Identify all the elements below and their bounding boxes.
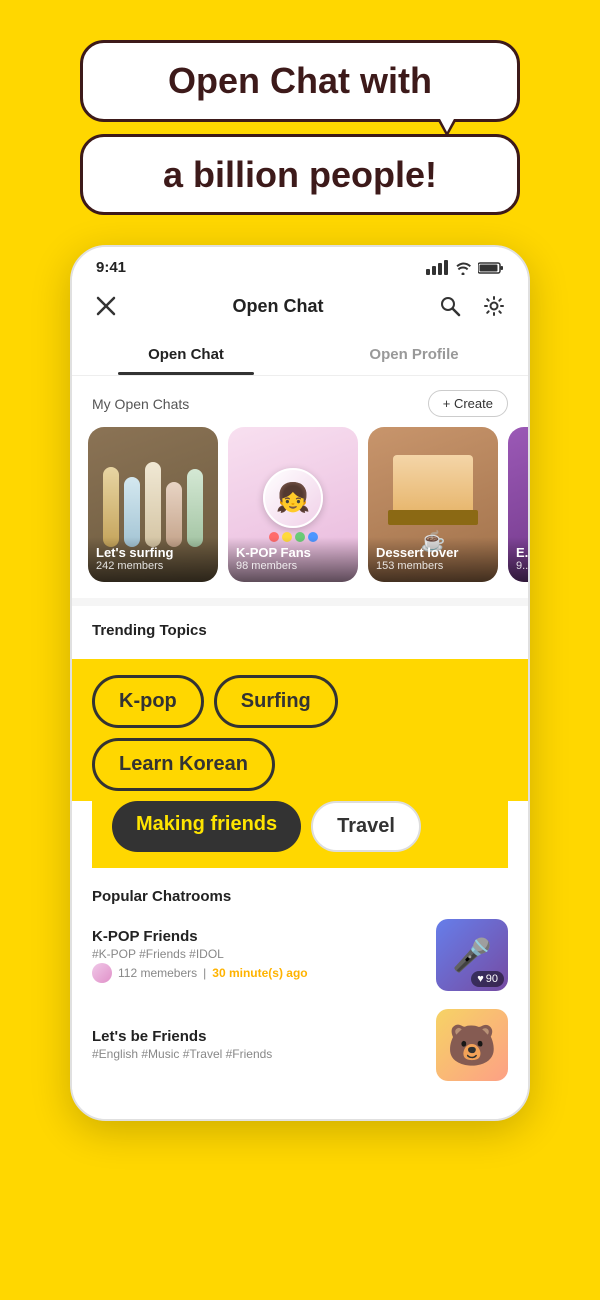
popular-item-friends[interactable]: Let's be Friends #English #Music #Travel…	[92, 1009, 508, 1081]
status-time: 9:41	[96, 259, 126, 276]
member-count: 112 memebers	[118, 966, 197, 980]
chat-card-dessert[interactable]: ☕ Dessert lover 153 members	[368, 427, 498, 582]
tag-surfing[interactable]: Surfing	[214, 675, 338, 728]
tags-row2: Making friends Travel	[72, 801, 528, 868]
signal-icon	[426, 260, 448, 275]
chat-card-kpop[interactable]: 👧 K-POP Fans 98 members	[228, 427, 358, 582]
tag-learn-korean[interactable]: Learn Korean	[92, 738, 275, 791]
app-header: Open Chat	[72, 282, 528, 334]
popular-item-kpop[interactable]: K-POP Friends #K-POP #Friends #IDOL 112 …	[92, 919, 508, 991]
phone-wrapper: 9:41	[0, 245, 600, 1121]
card-members: 9...	[516, 560, 528, 572]
popular-title: Popular Chatrooms	[92, 888, 508, 905]
battery-icon	[478, 261, 504, 275]
chat-item-name: Let's be Friends	[92, 1028, 424, 1045]
tag-kpop[interactable]: K-pop	[92, 675, 204, 728]
hero-section: Open Chat with a billion people!	[0, 0, 600, 235]
card-overlay: E... 9...	[508, 537, 528, 582]
tab-bar: Open Chat Open Profile	[72, 334, 528, 376]
status-icons	[426, 260, 504, 275]
create-button[interactable]: + Create	[428, 390, 508, 417]
hero-line2: a billion people!	[123, 155, 477, 195]
heart-badge: ♥ 90	[471, 971, 504, 987]
header-actions	[436, 292, 508, 320]
tag-travel[interactable]: Travel	[311, 801, 421, 852]
chat-card-surfing[interactable]: Let's surfing 242 members	[88, 427, 218, 582]
card-overlay: Dessert lover 153 members	[368, 537, 498, 582]
card-members: 98 members	[236, 560, 350, 572]
card-title: E...	[516, 545, 528, 560]
speech-bubble-2: a billion people!	[80, 134, 520, 216]
header-title: Open Chat	[232, 296, 323, 317]
time-ago: 30 minute(s) ago	[212, 966, 307, 980]
chat-item-name: K-POP Friends	[92, 928, 424, 945]
card-overlay: Let's surfing 242 members	[88, 537, 218, 582]
settings-button[interactable]	[480, 292, 508, 320]
status-bar: 9:41	[72, 247, 528, 282]
trending-section: Trending Topics	[72, 598, 528, 659]
close-button[interactable]	[92, 292, 120, 320]
card-title: Let's surfing	[96, 545, 210, 560]
section-label: My Open Chats	[92, 396, 189, 412]
tag-making-friends[interactable]: Making friends	[112, 801, 301, 852]
phone-mockup: 9:41	[70, 245, 530, 1121]
chat-item-meta: 112 memebers | 30 minute(s) ago	[92, 963, 424, 983]
search-button[interactable]	[436, 292, 464, 320]
card-overlay: K-POP Fans 98 members	[228, 537, 358, 582]
my-open-chats-header: My Open Chats + Create	[72, 376, 528, 427]
tab-open-profile[interactable]: Open Profile	[300, 334, 528, 375]
chat-item-tags: #K-POP #Friends #IDOL	[92, 947, 424, 961]
wifi-icon	[454, 261, 472, 275]
chat-card-music[interactable]: 🎵 E... 9...	[508, 427, 528, 582]
speech-bubble-1: Open Chat with	[80, 40, 520, 122]
chat-item-info: K-POP Friends #K-POP #Friends #IDOL 112 …	[92, 928, 424, 983]
card-members: 242 members	[96, 560, 210, 572]
card-title: Dessert lover	[376, 545, 490, 560]
member-avatar	[92, 963, 112, 983]
card-title: K-POP Fans	[236, 545, 350, 560]
tags-area: K-pop Surfing Learn Korean	[72, 659, 528, 801]
card-members: 153 members	[376, 560, 490, 572]
popular-section: Popular Chatrooms K-POP Friends #K-POP #…	[72, 868, 528, 1119]
chat-thumb-kpop: 🎤 ♥ 90	[436, 919, 508, 991]
trending-title: Trending Topics	[92, 622, 508, 639]
chat-cards-row[interactable]: Let's surfing 242 members 👧	[72, 427, 528, 598]
chat-thumb-bear: 🐻	[436, 1009, 508, 1081]
hero-line1: Open Chat with	[123, 61, 477, 101]
tab-open-chat[interactable]: Open Chat	[72, 334, 300, 375]
chat-item-tags: #English #Music #Travel #Friends	[92, 1047, 424, 1061]
chat-item-info: Let's be Friends #English #Music #Travel…	[92, 1028, 424, 1063]
